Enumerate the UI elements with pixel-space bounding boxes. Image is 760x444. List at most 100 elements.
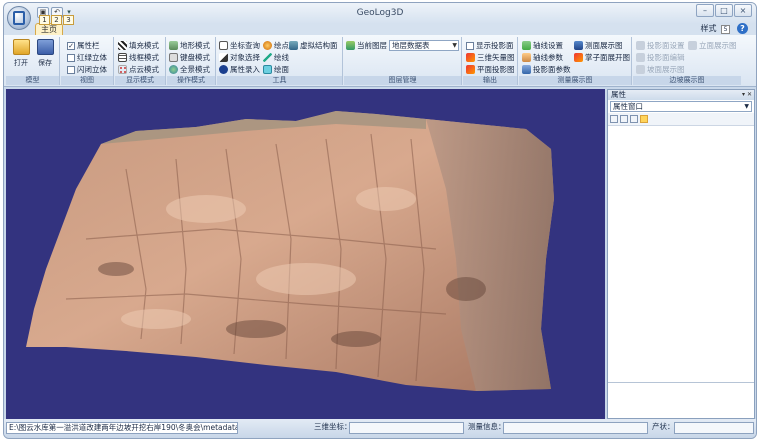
projection-settings-icon [636,41,645,50]
group-model-label: 模型 [6,76,59,85]
show-projection-plane-toggle[interactable]: 显示投影面 [466,40,514,51]
slope-face-icon [636,65,645,74]
axis-settings-label: 轴线设置 [533,41,563,50]
ribbon: 打开 保存 模型 ✓ 属性栏 红绿立体 闪闭立体 视图 填充模式 线框模式 点云… [4,35,756,87]
tunnel-face-unfold-button[interactable]: 掌子面展开图 [574,52,630,63]
virtual-structure-plane-button[interactable]: 虚拟结构面 [289,40,338,51]
help-icon[interactable]: ? [737,23,748,34]
panel-pin-close-icons[interactable]: ▾ ✕ [742,90,752,100]
projection-plane-edit-button[interactable]: 投影面编辑 [636,52,685,63]
wireframe-mode-button[interactable]: 线框模式 [118,52,159,63]
wireframe-icon [118,53,127,62]
app-logo-icon [13,11,25,25]
group-layer-label: 图层管理 [344,76,461,85]
close-button[interactable]: × [734,4,752,17]
occurrence-label: 产状： [652,422,675,431]
checker-fill-icon [118,41,127,50]
attribute-entry-button[interactable]: 属性录入 [219,64,260,75]
group-survey-display-label: 测量展示图 [519,76,631,85]
elevation-icon [688,41,697,50]
anaglyph-checkbox-icon [67,53,75,62]
folder-open-icon [12,39,30,55]
panorama-mode-button[interactable]: 全景模式 [169,64,210,75]
toggle-shutter-stereo[interactable]: 闪闭立体 [67,64,107,75]
property-pages-icon[interactable] [630,115,638,123]
projection-parameters-label: 投影面参数 [533,65,571,74]
maximize-button[interactable]: □ [715,4,733,17]
group-slope-display-label: 边坡展示图 [633,76,741,85]
group-output-label: 输出 [463,76,517,85]
group-tools-label: 工具 [217,76,342,85]
show-projection-plane-label: 显示投影面 [476,41,514,50]
group-display-mode-label: 显示模式 [115,76,165,85]
keyboard-mode-button[interactable]: 键盘模式 [169,52,210,63]
toggle-shutter-label: 闪闭立体 [77,65,107,74]
draw-point-button[interactable]: 绘点 [263,40,289,51]
save-button[interactable]: 保存 [35,39,55,73]
slope-face-display-button[interactable]: 坡面展示图 [636,64,685,75]
open-button[interactable]: 打开 [11,39,31,73]
layers-icon [346,41,355,50]
fill-mode-button[interactable]: 填充模式 [118,40,159,51]
status-bar: E:\图云水库第一溢洪道改建两年边坡开挖右岸190\冬奥会\metadata.x… [4,419,756,438]
categorized-icon[interactable] [610,115,618,123]
toggle-property-bar[interactable]: ✓ 属性栏 [67,40,100,51]
tab-home-label: 主页 [41,25,57,34]
terrain-mode-button[interactable]: 地形模式 [169,40,210,51]
floppy-disk-icon [36,39,54,55]
coordinate-query-button[interactable]: 坐标查询 [219,40,260,51]
window-controls: – □ × [696,4,752,17]
current-layer-text: 当前图层 [357,41,387,50]
point-cloud-icon [118,65,127,74]
window-title: GeoLog3D [356,8,404,18]
axis-parameters-button[interactable]: 轴线参数 [522,52,563,63]
elevation-display-label: 立面展示图 [699,41,737,50]
toggle-anaglyph-label: 红绿立体 [77,53,107,62]
projection-plane-edit-label: 投影面编辑 [647,53,685,62]
info-icon [219,65,228,74]
occurrence-value [674,422,754,434]
draw-point-label: 绘点 [274,41,289,50]
layer-select-value: 地层数据表 [392,41,430,50]
toggle-property-bar-label: 属性栏 [77,41,100,50]
keytip-badge-1: 1 [39,15,50,25]
projection-plane-settings-button[interactable]: 投影面设置 [636,40,685,51]
draw-surface-button[interactable]: 绘面 [263,64,289,75]
coordinate-query-label: 坐标查询 [230,41,260,50]
style-keytip-badge: 5 [721,25,730,34]
point-cloud-mode-button[interactable]: 点云模式 [118,64,159,75]
projection-parameters-button[interactable]: 投影面参数 [522,64,571,75]
property-window-select[interactable]: 属性窗口 ▼ [610,101,752,112]
group-model: 打开 保存 模型 [6,37,60,85]
alphabetical-sort-icon[interactable] [620,115,628,123]
structure-plane-icon [289,41,298,50]
axis-settings-icon [522,41,531,50]
plane-projection-button[interactable]: 平面投影图 [466,64,515,75]
coordinate-label: 三维坐标： [314,422,352,431]
crosshair-icon [219,41,228,50]
application-menu-button[interactable] [7,6,31,30]
terrain-mode-label: 地形模式 [180,41,210,50]
style-menu[interactable]: 样式 5 [700,23,730,34]
property-bar-checkbox-icon: ✓ [67,41,75,50]
events-lightning-icon[interactable] [640,115,648,123]
axis-settings-button[interactable]: 轴线设置 [522,40,563,51]
coordinate-value [349,422,464,434]
property-panel: 属性 ▾ ✕ 属性窗口 ▼ [607,89,755,419]
app-window: ▣ ↶ ▾ GeoLog3D – □ × 主页 1 2 3 样式 5 ? 打开 … [3,2,757,439]
vector-3d-map-button[interactable]: 三维矢量图 [466,52,515,63]
layer-select[interactable]: 地层数据表 ▼ [389,40,459,51]
cursor-icon [219,53,228,62]
object-select-button[interactable]: 对象选择 [219,52,260,63]
projection-edit-icon [636,53,645,62]
wireframe-mode-label: 线框模式 [129,53,159,62]
draw-line-button[interactable]: 绘线 [263,52,289,63]
projection-checkbox-icon [466,41,474,50]
survey-face-display-button[interactable]: 测面展示图 [574,40,623,51]
minimize-button[interactable]: – [696,4,714,17]
style-menu-label: 样式 [700,24,717,33]
3d-viewport[interactable] [6,89,605,419]
toggle-anaglyph-stereo[interactable]: 红绿立体 [67,52,107,63]
elevation-display-button[interactable]: 立面展示图 [688,40,737,51]
plane-projection-label: 平面投影图 [477,65,515,74]
